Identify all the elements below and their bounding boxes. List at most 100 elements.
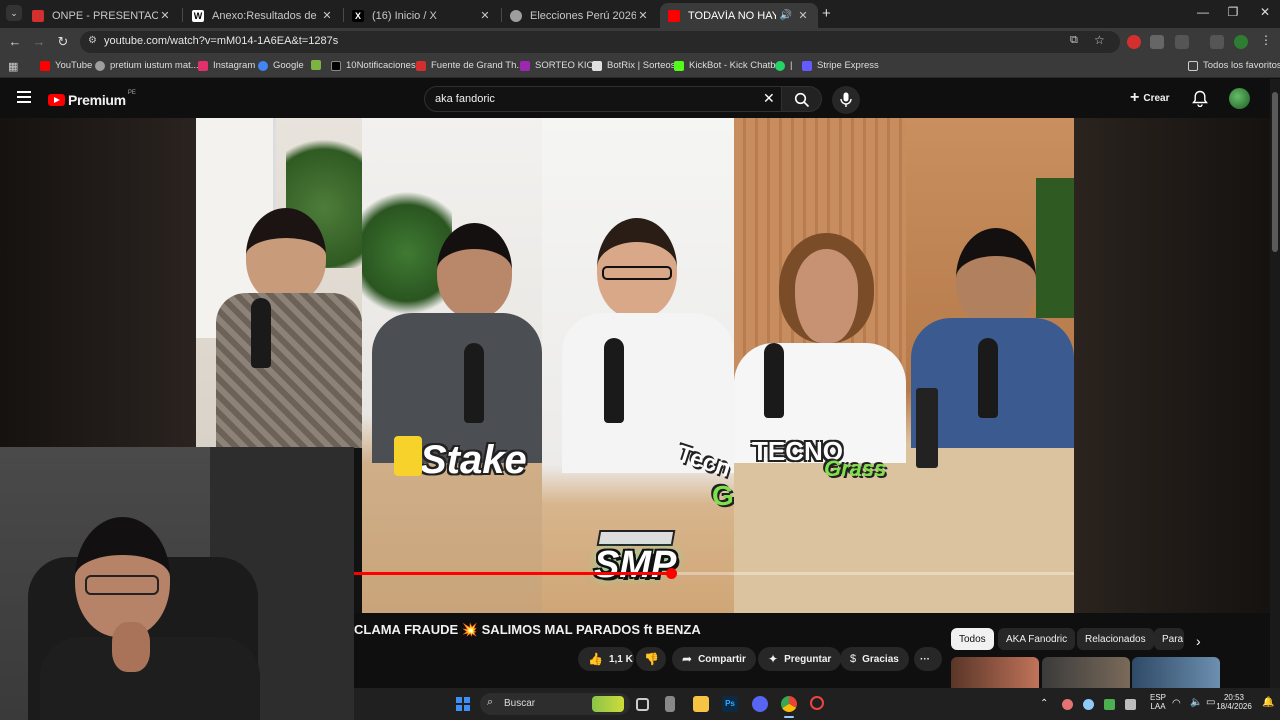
browser-menu-icon[interactable]: ⋮: [1260, 33, 1272, 47]
related-video-thumbnail[interactable]: [1132, 657, 1220, 688]
recording-app-icon[interactable]: [810, 696, 824, 710]
bookmark-stripe[interactable]: Stripe Express: [802, 60, 879, 71]
wifi-icon[interactable]: ◠: [1172, 698, 1181, 709]
account-avatar[interactable]: [1229, 88, 1250, 109]
task-view-icon[interactable]: [636, 698, 649, 711]
discord-icon[interactable]: [752, 696, 768, 712]
bookmark-kickbot[interactable]: KickBot - Kick Chatb...: [674, 60, 784, 71]
tab-list-menu-icon[interactable]: ⌄: [6, 5, 22, 21]
clock[interactable]: 20:53 18/4/2026: [1212, 693, 1256, 711]
related-video-thumbnail[interactable]: [1042, 657, 1130, 688]
bookmark-pretium[interactable]: pretium iustum mat...: [95, 60, 199, 71]
stripe-icon: [802, 60, 812, 71]
chip-todos[interactable]: Todos: [951, 628, 994, 650]
browser-tab-onpe[interactable]: ONPE - PRESENTACIÓN DE RES ✕: [24, 3, 180, 28]
thanks-button[interactable]: $ Gracias: [840, 647, 909, 671]
tray-cloud-icon[interactable]: [1083, 699, 1094, 710]
close-tab-icon[interactable]: ✕: [478, 9, 492, 22]
bookmark-notificaciones[interactable]: 10Notificaciones: [331, 60, 416, 71]
share-button[interactable]: ➦ Compartir: [672, 647, 756, 671]
plus-icon: +: [1130, 89, 1140, 106]
instagram-icon: [198, 60, 208, 71]
reading-list-icon[interactable]: [1210, 35, 1224, 49]
browser-tab-wikipedia[interactable]: W Anexo:Resultados de las eleccio ✕: [184, 3, 342, 28]
taskbar-search[interactable]: ⌕ Buscar: [480, 693, 630, 715]
tray-overflow-icon[interactable]: ⌃: [1040, 698, 1048, 709]
browser-tab-x[interactable]: X (16) Inicio / X ✕: [344, 3, 500, 28]
extension-box-icon[interactable]: [1150, 35, 1164, 49]
bookmark-gta-source[interactable]: Fuente de Grand Th...: [416, 60, 524, 71]
bookmark-leaf[interactable]: [311, 60, 326, 70]
all-bookmarks-folder[interactable]: Todos los favoritos: [1188, 60, 1280, 71]
create-button[interactable]: + Crear: [1130, 89, 1169, 106]
keyboard-language[interactable]: ESP LAA: [1148, 693, 1168, 711]
chevron-right-icon[interactable]: ›: [1196, 633, 1201, 649]
minimize-icon[interactable]: —: [1188, 5, 1218, 19]
person-head: [779, 233, 874, 343]
dislike-button[interactable]: 👎: [636, 647, 666, 671]
tray-app-icon[interactable]: [1104, 699, 1115, 710]
forward-arrow-icon[interactable]: →: [30, 33, 48, 51]
like-button[interactable]: 👍 1,1 K: [578, 647, 634, 671]
profile-avatar-icon[interactable]: [1234, 35, 1248, 49]
back-arrow-icon[interactable]: ←: [6, 33, 24, 51]
volume-icon[interactable]: 🔈: [1190, 697, 1202, 708]
youtube-header: Premium PE aka fandoric ✕ + Crear: [0, 79, 1270, 119]
more-actions-button[interactable]: ···: [914, 647, 942, 671]
tray-app-icon[interactable]: [1062, 699, 1073, 710]
site-info-icon[interactable]: ⚙: [88, 35, 97, 46]
youtube-icon: [40, 60, 50, 71]
close-tab-icon[interactable]: ✕: [158, 9, 172, 22]
close-tab-icon[interactable]: ✕: [636, 9, 650, 22]
notification-center-icon[interactable]: 🔔: [1262, 697, 1274, 708]
grass-partial-text: G: [712, 480, 734, 511]
microphone-prop: [464, 343, 484, 423]
close-tab-icon[interactable]: ✕: [320, 9, 334, 22]
tray-app-icon[interactable]: [1125, 699, 1136, 710]
bookmark-sorteo-kick[interactable]: SORTEO KICK: [520, 60, 600, 71]
search-button[interactable]: [782, 86, 822, 112]
extensions-puzzle-icon[interactable]: [1175, 35, 1189, 49]
search-input[interactable]: aka fandoric ✕: [424, 86, 782, 112]
speaker-icon[interactable]: 🔊: [780, 10, 792, 21]
address-bar[interactable]: ⚙ youtube.com/watch?v=mM014-1A6EA&t=1287…: [80, 31, 1120, 53]
hamburger-menu-icon[interactable]: [17, 91, 31, 103]
bookmark-google[interactable]: Google: [258, 60, 304, 71]
file-explorer-icon[interactable]: [693, 696, 709, 712]
clear-search-icon[interactable]: ✕: [763, 90, 775, 107]
chip-relacionados[interactable]: Relacionados: [1077, 628, 1154, 650]
browser-tab-youtube[interactable]: TODAVÍA NO HAY SEGUND 🔊 ✕: [660, 3, 818, 28]
bookmark-botrix[interactable]: BotRix | Sorteos: [592, 60, 675, 71]
scrollbar-thumb[interactable]: [1272, 92, 1278, 252]
chip-para[interactable]: Para: [1154, 628, 1184, 650]
apps-grid-icon[interactable]: ▦: [8, 60, 18, 73]
youtube-logo[interactable]: Premium PE: [48, 90, 136, 108]
new-tab-button[interactable]: +: [822, 5, 831, 22]
chip-aka-fanodric[interactable]: AKA Fanodric: [998, 628, 1076, 650]
photoshop-icon[interactable]: Ps: [722, 696, 738, 712]
close-window-icon[interactable]: ✕: [1250, 5, 1280, 19]
bookmark-youtube[interactable]: YouTube: [40, 60, 92, 71]
ask-button[interactable]: ✦ Preguntar: [758, 647, 842, 671]
botrix-icon: [592, 60, 602, 71]
microphone-icon: [840, 92, 852, 107]
bookmark-star-icon[interactable]: ☆: [1094, 33, 1105, 47]
restore-icon[interactable]: ❐: [1218, 5, 1248, 19]
windows-start-icon[interactable]: [456, 697, 470, 711]
notifications-bell-icon[interactable]: [1192, 90, 1208, 112]
premium-label: Premium: [68, 92, 126, 108]
file-app-icon[interactable]: [665, 696, 675, 712]
voice-search-button[interactable]: [832, 86, 860, 114]
progress-scrubber-handle[interactable]: [665, 568, 677, 579]
chrome-icon[interactable]: [781, 696, 797, 712]
whatsapp-icon: [775, 60, 785, 71]
install-app-icon[interactable]: ⧉: [1070, 34, 1078, 47]
person-head: [246, 208, 326, 303]
extension-red-icon[interactable]: [1127, 35, 1141, 49]
bookmark-whatsapp[interactable]: |: [775, 60, 792, 71]
bookmark-instagram[interactable]: Instagram: [198, 60, 255, 71]
reload-icon[interactable]: ↻: [54, 33, 72, 51]
browser-tab-elecciones[interactable]: Elecciones Perú 2026 — Congr ✕: [502, 3, 658, 28]
close-tab-icon[interactable]: ✕: [796, 9, 810, 22]
related-video-thumbnail[interactable]: [951, 657, 1039, 688]
